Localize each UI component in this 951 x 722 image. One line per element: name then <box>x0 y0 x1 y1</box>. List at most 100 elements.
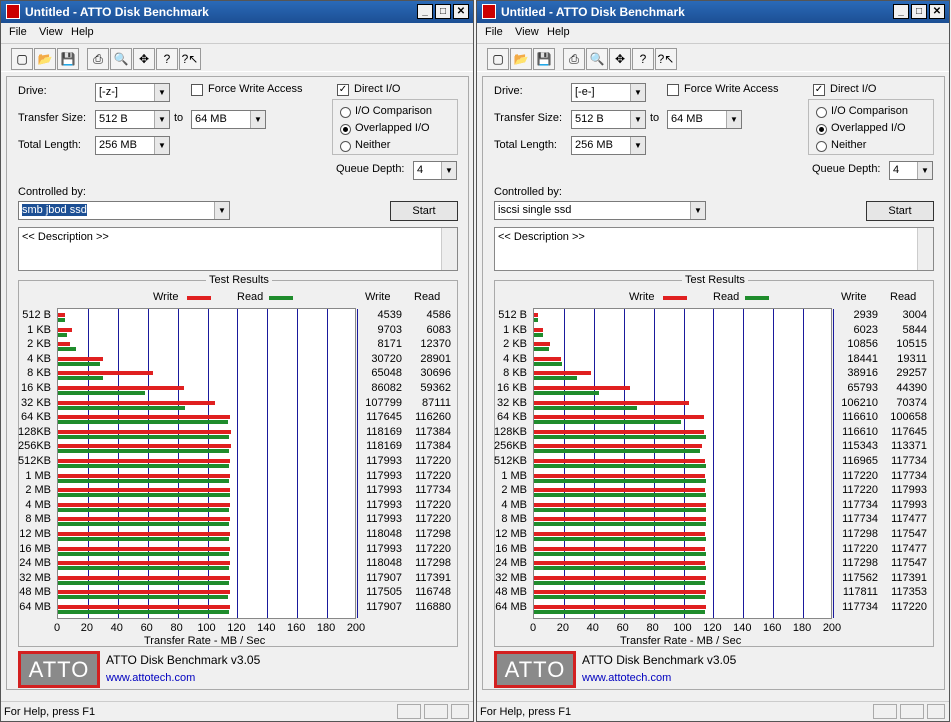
save-icon[interactable]: 💾 <box>57 48 79 70</box>
description-scrollbar[interactable] <box>917 228 933 270</box>
maximize-button[interactable]: □ <box>435 4 451 19</box>
minimize-button[interactable]: _ <box>417 4 433 19</box>
read-bar <box>534 318 539 322</box>
description-scrollbar[interactable] <box>441 228 457 270</box>
resize-grip[interactable] <box>927 704 945 719</box>
chevron-down-icon[interactable]: ▼ <box>250 111 265 128</box>
maximize-button[interactable]: □ <box>911 4 927 19</box>
controlled-by-value: smb jbod ssd <box>22 204 87 216</box>
read-bar <box>58 507 230 512</box>
read-value: 117384 <box>415 440 451 453</box>
overlapped-io-radio[interactable] <box>816 124 827 135</box>
x-tick-label: 180 <box>792 621 812 634</box>
io-comparison-radio[interactable] <box>340 107 351 118</box>
new-file-icon[interactable]: ▢ <box>11 48 33 70</box>
open-folder-icon[interactable]: 📂 <box>510 48 532 70</box>
start-button[interactable]: Start <box>866 201 934 221</box>
transfer-size-to-select[interactable]: 64 MB ▼ <box>191 110 266 129</box>
print-preview-icon[interactable]: 🔍 <box>586 48 608 70</box>
context-help-icon[interactable]: ?↖ <box>655 48 677 70</box>
print-icon[interactable]: ⎙ <box>87 48 109 70</box>
context-help-icon[interactable]: ?↖ <box>179 48 201 70</box>
description-box[interactable]: << Description >> <box>494 227 934 271</box>
gridline <box>297 309 299 618</box>
read-bar <box>58 580 230 585</box>
write-bar <box>58 517 231 522</box>
row-label: 8 MB <box>25 513 51 526</box>
chevron-down-icon[interactable]: ▼ <box>154 84 169 101</box>
neither-radio[interactable] <box>816 141 827 152</box>
atto-logo: ATTO <box>18 651 100 688</box>
force-write-checkbox[interactable] <box>191 84 203 96</box>
row-label: 2 MB <box>501 484 527 497</box>
row-label: 32 KB <box>497 396 527 409</box>
x-tick-label: 120 <box>227 621 246 634</box>
move-icon[interactable]: ✥ <box>133 48 155 70</box>
chevron-down-icon[interactable]: ▼ <box>214 202 229 219</box>
menu-view[interactable]: View <box>39 26 63 38</box>
force-write-checkbox[interactable] <box>667 84 679 96</box>
menu-help[interactable]: Help <box>547 26 570 38</box>
overlapped-io-radio[interactable] <box>340 124 351 135</box>
print-preview-icon[interactable]: 🔍 <box>110 48 132 70</box>
write-bar <box>534 415 705 420</box>
chevron-down-icon[interactable]: ▼ <box>630 84 645 101</box>
queue-depth-select[interactable]: 4 ▼ <box>413 161 457 180</box>
column-header-read: Read <box>414 291 441 303</box>
save-icon[interactable]: 💾 <box>533 48 555 70</box>
write-value: 4539 <box>377 309 402 321</box>
help-icon[interactable]: ? <box>156 48 178 70</box>
neither-radio[interactable] <box>340 141 351 152</box>
queue-depth-select[interactable]: 4 ▼ <box>889 161 933 180</box>
controlled-by-select[interactable]: iscsi single ssd ▼ <box>494 201 706 220</box>
io-comparison-radio[interactable] <box>816 107 827 118</box>
chevron-down-icon[interactable]: ▼ <box>154 137 169 154</box>
write-value: 118048 <box>366 557 402 570</box>
total-length-label: Total Length: <box>18 139 81 151</box>
write-value: 117734 <box>842 498 878 511</box>
chevron-down-icon[interactable]: ▼ <box>917 162 932 179</box>
legend-read-label: Read <box>237 291 264 303</box>
minimize-button[interactable]: _ <box>893 4 909 19</box>
close-button[interactable]: ✕ <box>929 4 945 19</box>
chevron-down-icon[interactable]: ▼ <box>726 111 741 128</box>
legend-write-swatch <box>663 296 687 300</box>
close-button[interactable]: ✕ <box>453 4 469 19</box>
menu-file[interactable]: File <box>9 26 27 38</box>
read-value: 116880 <box>415 601 451 613</box>
write-bar <box>58 386 184 390</box>
transfer-size-from-select[interactable]: 512 B ▼ <box>571 110 646 129</box>
chevron-down-icon[interactable]: ▼ <box>630 137 645 154</box>
transfer-size-to-select[interactable]: 64 MB ▼ <box>667 110 742 129</box>
write-bar <box>534 386 631 390</box>
help-icon[interactable]: ? <box>632 48 654 70</box>
menu-help[interactable]: Help <box>71 26 94 38</box>
new-file-icon[interactable]: ▢ <box>487 48 509 70</box>
resize-grip[interactable] <box>451 704 469 719</box>
chevron-down-icon[interactable]: ▼ <box>690 202 705 219</box>
website-link[interactable]: www.attotech.com <box>582 672 671 684</box>
chevron-down-icon[interactable]: ▼ <box>630 111 645 128</box>
direct-io-checkbox[interactable]: ✓ <box>337 84 349 96</box>
chevron-down-icon[interactable]: ▼ <box>441 162 456 179</box>
menu-file[interactable]: File <box>485 26 503 38</box>
read-bar <box>58 493 230 498</box>
drive-select[interactable]: [-e-] ▼ <box>571 83 646 102</box>
write-bar <box>58 488 231 493</box>
description-box[interactable]: << Description >> <box>18 227 458 271</box>
read-bar <box>534 566 706 571</box>
controlled-by-select[interactable]: smb jbod ssd ▼ <box>18 201 230 220</box>
read-bar <box>534 449 700 454</box>
total-length-select[interactable]: 256 MB ▼ <box>95 136 170 155</box>
website-link[interactable]: www.attotech.com <box>106 672 195 684</box>
move-icon[interactable]: ✥ <box>609 48 631 70</box>
total-length-select[interactable]: 256 MB ▼ <box>571 136 646 155</box>
menu-view[interactable]: View <box>515 26 539 38</box>
drive-select[interactable]: [-z-] ▼ <box>95 83 170 102</box>
print-icon[interactable]: ⎙ <box>563 48 585 70</box>
start-button[interactable]: Start <box>390 201 458 221</box>
chevron-down-icon[interactable]: ▼ <box>154 111 169 128</box>
direct-io-checkbox[interactable]: ✓ <box>813 84 825 96</box>
open-folder-icon[interactable]: 📂 <box>34 48 56 70</box>
transfer-size-from-select[interactable]: 512 B ▼ <box>95 110 170 129</box>
